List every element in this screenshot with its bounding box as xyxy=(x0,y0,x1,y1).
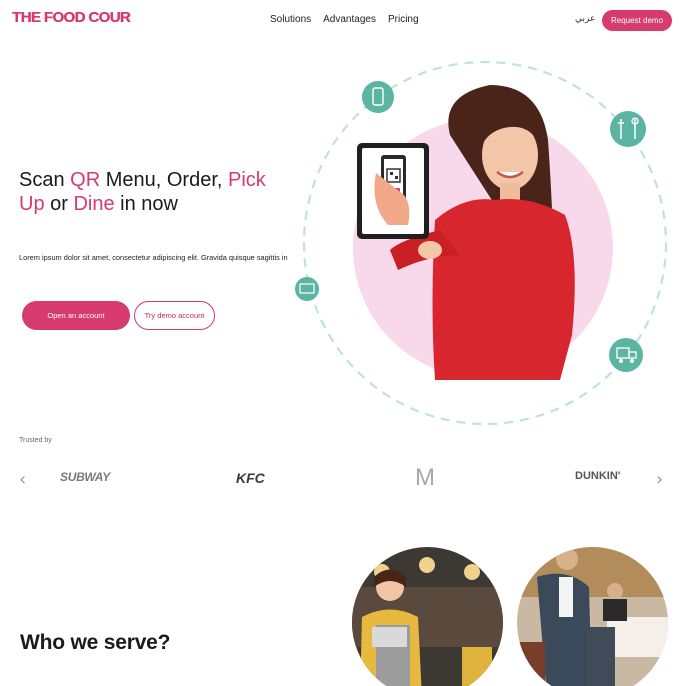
chevron-right-icon[interactable]: › xyxy=(656,469,663,490)
try-demo-button[interactable]: Try demo account xyxy=(134,301,215,330)
utensils-icon-bubble xyxy=(610,111,646,147)
request-demo-button[interactable]: Request demo xyxy=(602,10,672,31)
chevron-left-icon[interactable]: ‹ xyxy=(19,469,26,490)
nav-item-solutions[interactable]: Solutions xyxy=(270,14,311,25)
brand-logo-dunkin: DUNKIN' xyxy=(575,470,621,482)
trusted-by-label: Trusted by xyxy=(19,437,52,444)
restaurant-photo xyxy=(352,547,503,686)
language-switch[interactable]: عربي xyxy=(575,14,595,24)
brand-logo-subway: SUBWAY xyxy=(60,470,110,484)
brand-logo-kfc: KFC xyxy=(236,470,265,486)
phone-icon-bubble xyxy=(362,81,394,113)
cart-icon-bubble xyxy=(295,277,319,301)
brand-logo-mcdonalds: M xyxy=(415,464,435,491)
main-nav: Solutions Advantages Pricing xyxy=(270,14,419,25)
open-account-button[interactable]: Open an account xyxy=(22,301,130,330)
logo[interactable]: THE FOOD COUR xyxy=(12,9,131,26)
who-we-serve-title: Who we serve? xyxy=(20,631,171,654)
nav-item-pricing[interactable]: Pricing xyxy=(388,14,419,25)
hero-description: Lorem ipsum dolor sit amet, consectetur … xyxy=(19,253,288,262)
hero-title: Scan QR Menu, Order, Pick Up or Dine in … xyxy=(19,169,266,215)
hero-illustration xyxy=(295,60,668,426)
nav-item-advantages[interactable]: Advantages xyxy=(323,14,376,25)
delivery-icon-bubble xyxy=(609,338,643,372)
hotel-photo xyxy=(517,547,668,686)
